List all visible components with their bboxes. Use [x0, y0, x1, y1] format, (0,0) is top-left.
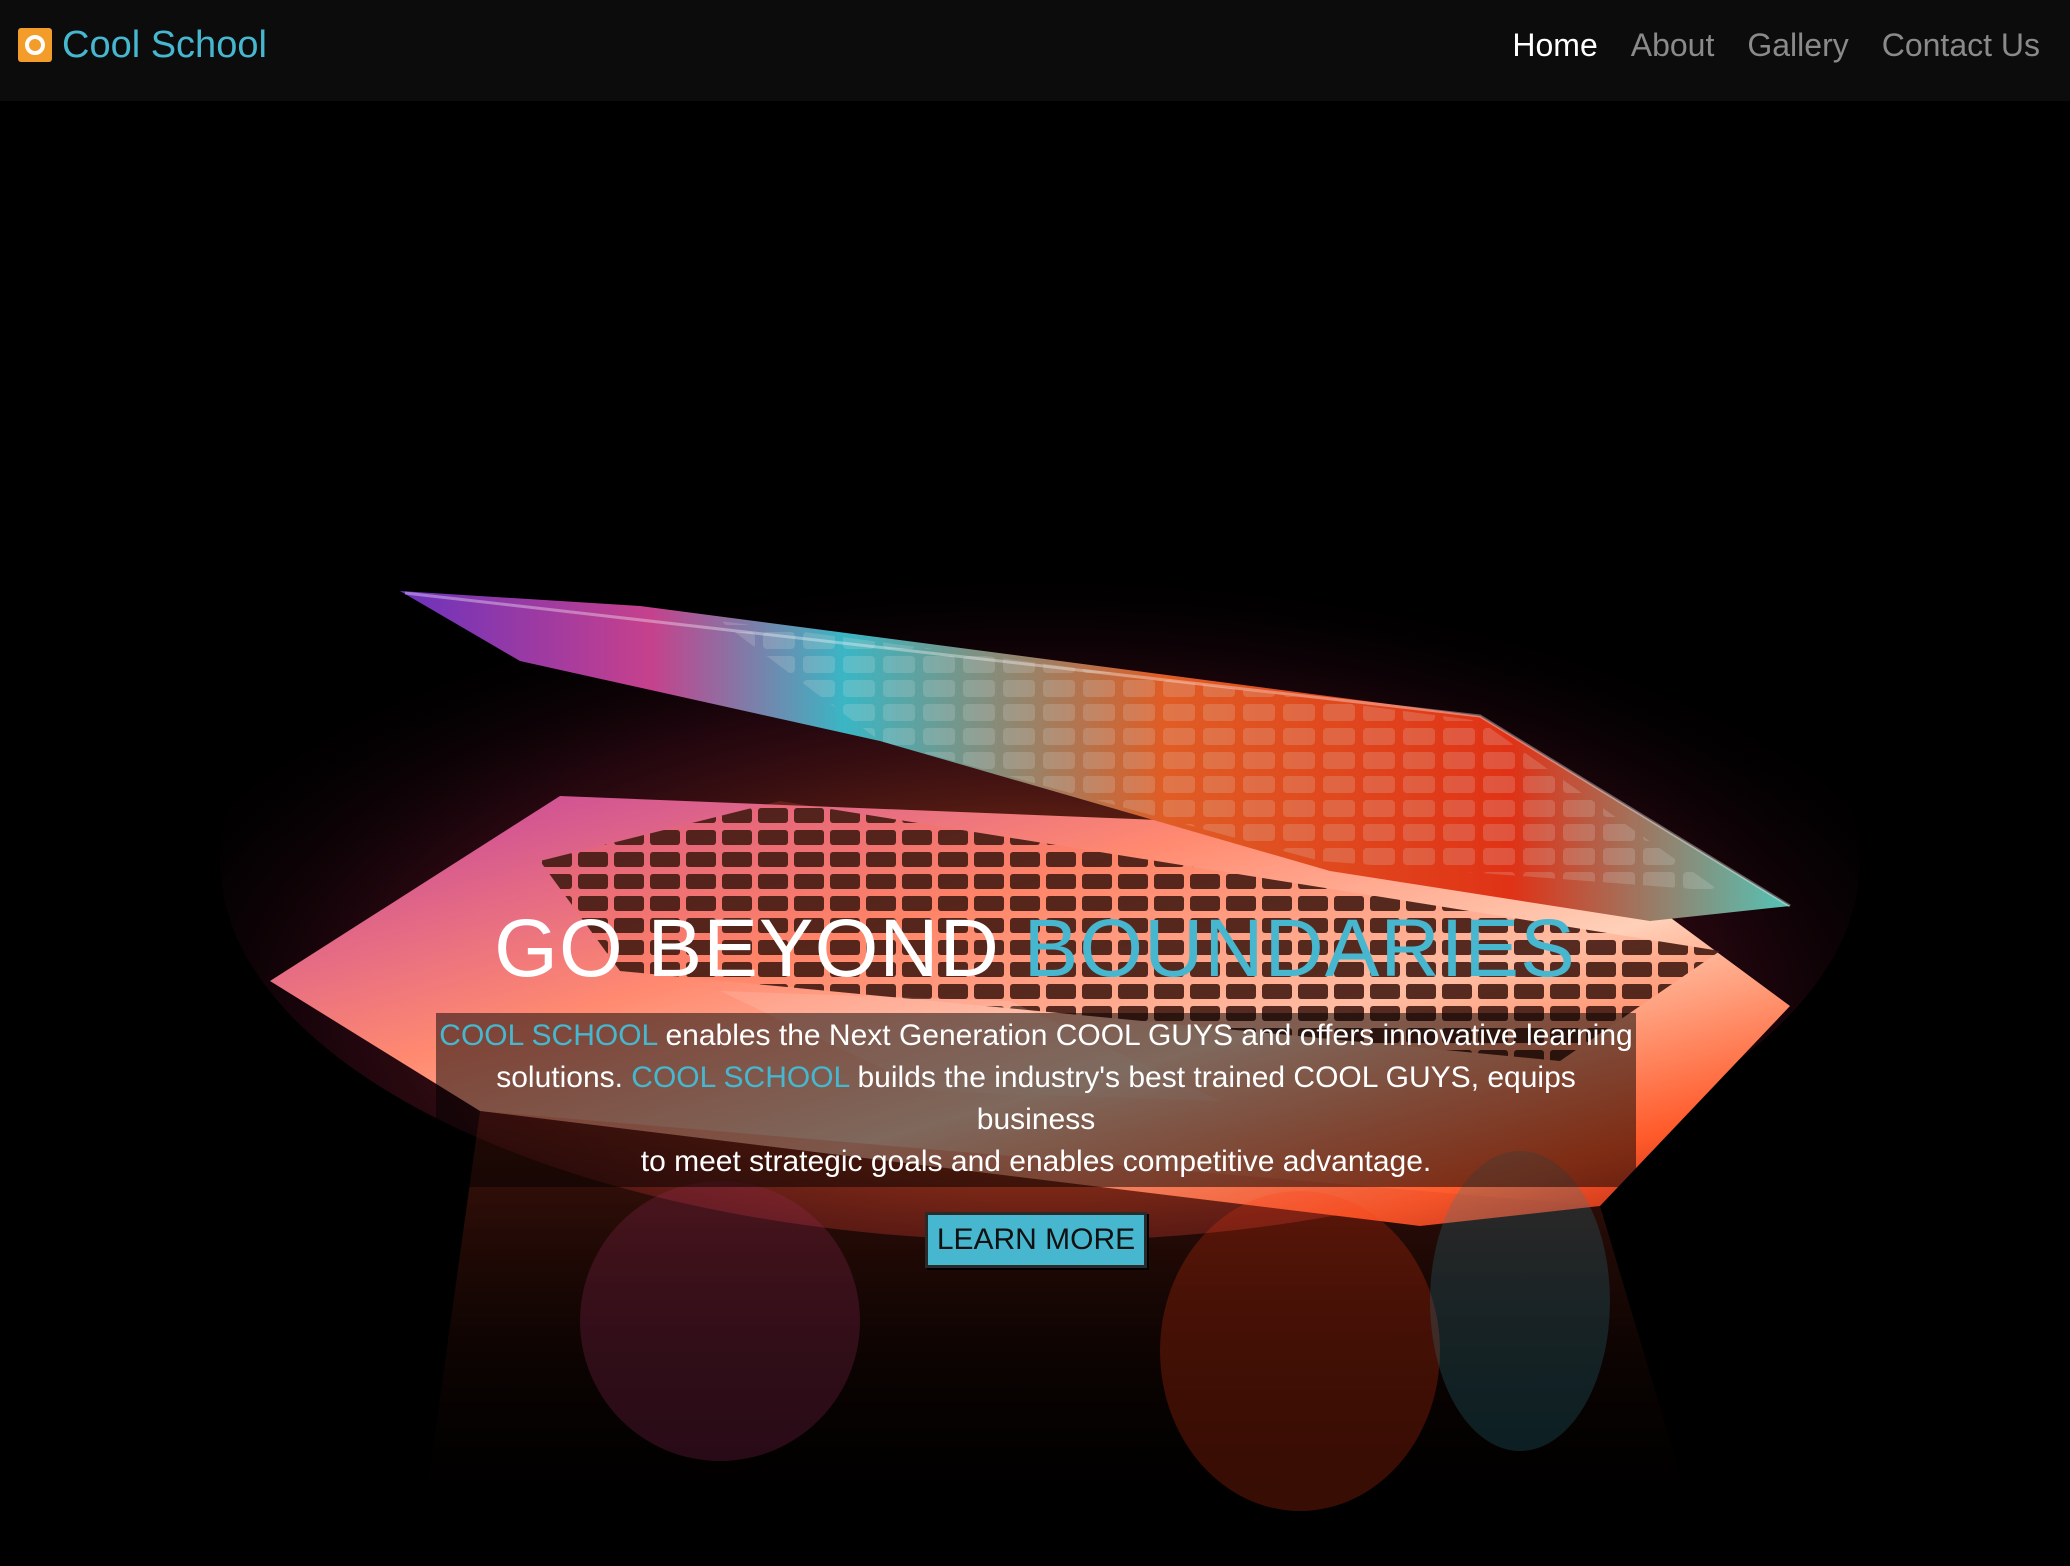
- brand[interactable]: Cool School: [18, 22, 267, 68]
- nav-gallery[interactable]: Gallery: [1747, 24, 1848, 66]
- description-line-2-text: builds the industry's best trained COOL …: [849, 1061, 1576, 1136]
- description-line-2-accent: COOL SCHOOL: [631, 1061, 850, 1094]
- hero-description: COOL SCHOOL enables the Next Generation …: [436, 1013, 1636, 1187]
- nav-about[interactable]: About: [1631, 24, 1715, 66]
- description-line-1-accent: COOL SCHOOL: [439, 1019, 658, 1052]
- description-line-3: to meet strategic goals and enables comp…: [640, 1145, 1432, 1178]
- brand-name[interactable]: Cool School: [62, 22, 267, 68]
- description-line-1-text: enables the Next Generation COOL GUYS an…: [657, 1019, 1633, 1052]
- nav-links: Home About Gallery Contact Us: [1512, 24, 2040, 66]
- nav-home[interactable]: Home: [1512, 24, 1597, 66]
- cool-school-logo-icon: [18, 28, 52, 62]
- navbar: Cool School Home About Gallery Contact U…: [0, 0, 2070, 101]
- learn-more-button[interactable]: LEARN MORE: [925, 1212, 1147, 1268]
- headline-part-1: GO BEYOND: [494, 903, 1024, 994]
- hero-laptop-image: [220, 481, 1860, 1541]
- description-line-2: solutions. COOL SCHOOL builds the indust…: [436, 1057, 1636, 1141]
- nav-contact-us[interactable]: Contact Us: [1882, 24, 2040, 66]
- description-line-2-start: solutions.: [496, 1061, 632, 1094]
- hero-section: GO BEYOND BOUNDARIES COOL SCHOOL enables…: [0, 101, 2070, 1566]
- headline-part-2: BOUNDARIES: [1023, 903, 1576, 994]
- description-line-1: COOL SCHOOL enables the Next Generation …: [436, 1015, 1636, 1057]
- hero-headline: GO BEYOND BOUNDARIES: [0, 901, 2070, 997]
